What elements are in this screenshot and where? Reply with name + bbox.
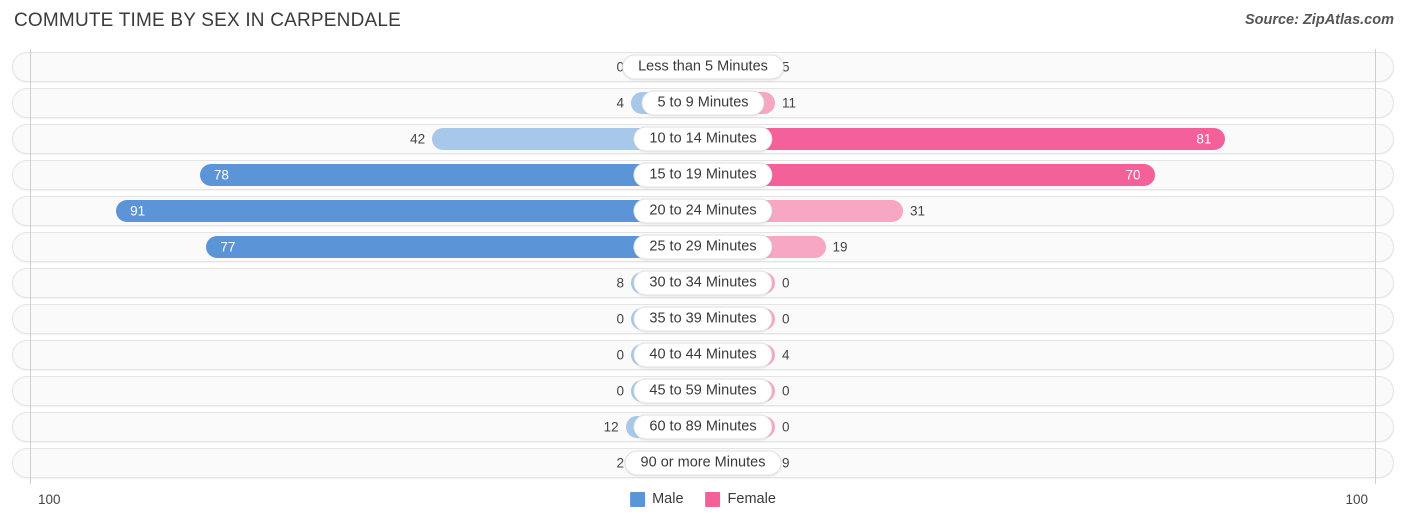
chart-legend: Male Female [630,491,776,507]
table-row[interactable]: 2 9 90 or more Minutes [12,448,1394,478]
female-value-label: 81 [1196,131,1212,147]
legend-swatch-icon [705,491,721,507]
category-label: 25 to 29 Minutes [633,234,773,260]
female-value-label: 31 [909,203,925,219]
chart-header: COMMUTE TIME BY SEX IN CARPENDALE Source… [0,0,1406,44]
table-row[interactable]: 12 0 60 to 89 Minutes [12,412,1394,442]
table-row[interactable]: 4 11 5 to 9 Minutes [12,88,1394,118]
axis-tick-left: 100 [38,492,61,507]
male-value-label: 12 [603,419,619,435]
category-label: 20 to 24 Minutes [633,198,773,224]
category-label: 90 or more Minutes [624,450,782,476]
category-label: 40 to 44 Minutes [633,342,773,368]
chart-plot-area: 0 5 Less than 5 Minutes 4 11 5 to 9 Minutes 42… [0,44,1406,484]
female-value-label: 4 [782,347,790,363]
bar-rows: 0 5 Less than 5 Minutes 4 11 5 to 9 Minutes 42… [12,52,1394,484]
male-value-label: 77 [220,239,236,255]
female-value-label: 9 [782,455,790,471]
male-value-label: 42 [410,131,426,147]
axis-line-right [1375,49,1376,484]
legend-label: Female [727,491,776,507]
female-value-label: 0 [782,275,790,291]
female-value-label: 19 [832,239,848,255]
category-label: 15 to 19 Minutes [633,162,773,188]
male-value-label: 2 [616,455,624,471]
table-row[interactable]: 0 5 Less than 5 Minutes [12,52,1394,82]
category-label: Less than 5 Minutes [622,54,784,80]
axis-tick-right: 100 [1345,492,1368,507]
legend-item[interactable]: Male [630,491,684,507]
male-value-label: 8 [616,275,624,291]
table-row[interactable]: 77 19 25 to 29 Minutes [12,232,1394,262]
table-row[interactable]: 0 4 40 to 44 Minutes [12,340,1394,370]
table-row[interactable]: 78 70 15 to 19 Minutes [12,160,1394,190]
male-value-label: 0 [616,347,624,363]
legend-label: Male [652,491,684,507]
table-row[interactable]: 42 81 10 to 14 Minutes [12,124,1394,154]
female-value-label: 70 [1125,167,1141,183]
male-bar [199,164,703,186]
axis-line-left [30,49,31,484]
legend-item[interactable]: Female [705,491,776,507]
category-label: 5 to 9 Minutes [641,90,765,116]
category-label: 60 to 89 Minutes [633,414,773,440]
table-row[interactable]: 91 31 20 to 24 Minutes [12,196,1394,226]
category-label: 10 to 14 Minutes [633,126,773,152]
category-label: 45 to 59 Minutes [633,378,773,404]
table-row[interactable]: 0 0 45 to 59 Minutes [12,376,1394,406]
male-value-label: 0 [616,311,624,327]
male-bar [206,236,703,258]
category-label: 30 to 34 Minutes [633,270,773,296]
male-value-label: 0 [616,383,624,399]
male-value-label: 4 [616,95,624,111]
male-bar [116,200,703,222]
chart-footer: 100 100 Male Female [0,489,1406,515]
table-row[interactable]: 0 0 35 to 39 Minutes [12,304,1394,334]
male-value-label: 91 [130,203,146,219]
female-value-label: 11 [782,95,797,111]
female-value-label: 0 [782,419,790,435]
category-label: 35 to 39 Minutes [633,306,773,332]
female-value-label: 0 [782,311,790,327]
source-attribution: Source: ZipAtlas.com [1244,12,1394,28]
female-value-label: 0 [782,383,790,399]
page-title: COMMUTE TIME BY SEX IN CARPENDALE [14,10,402,31]
male-value-label: 78 [213,167,229,183]
table-row[interactable]: 8 0 30 to 34 Minutes [12,268,1394,298]
female-bar [703,128,1226,150]
legend-swatch-icon [630,491,646,507]
